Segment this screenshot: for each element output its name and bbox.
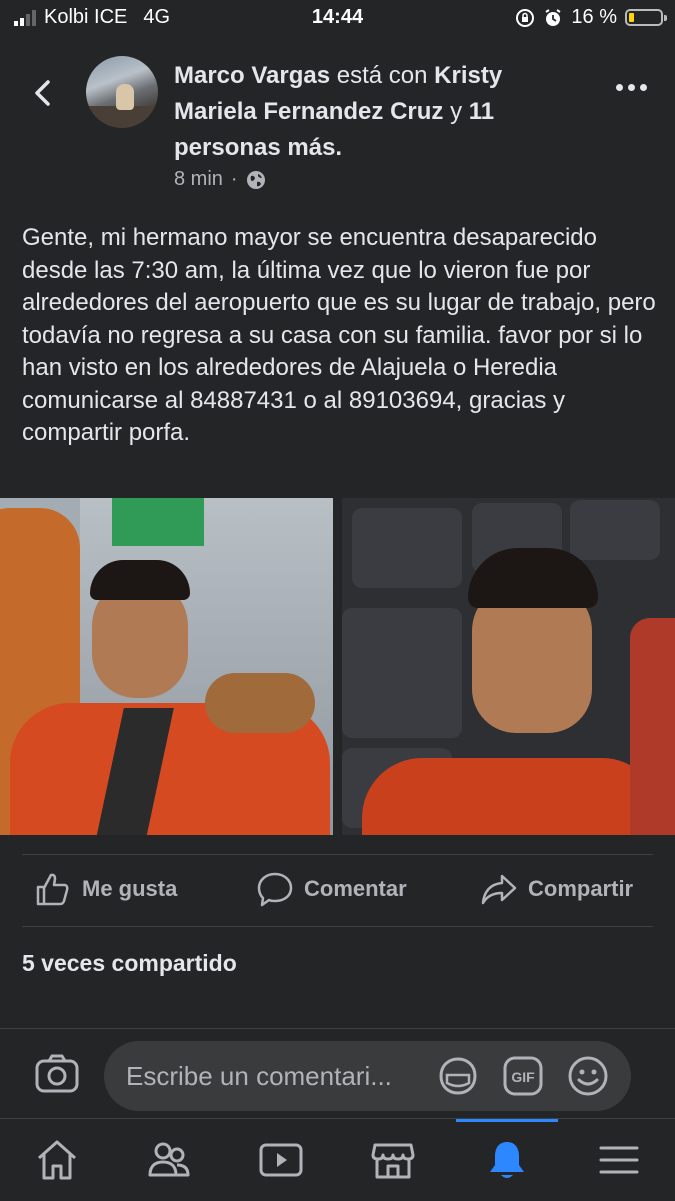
svg-text:GIF: GIF bbox=[511, 1069, 535, 1085]
globe-icon bbox=[246, 170, 265, 189]
more-options-icon[interactable] bbox=[616, 84, 647, 91]
comment-label: Comentar bbox=[304, 876, 407, 901]
conjunction-text: y bbox=[450, 98, 463, 125]
thumbs-up-icon bbox=[36, 873, 69, 906]
share-label: Compartir bbox=[528, 876, 634, 901]
comment-input[interactable]: Escribe un comentari... GIF bbox=[104, 1041, 631, 1111]
menu-icon[interactable] bbox=[596, 1137, 642, 1183]
share-icon bbox=[481, 874, 517, 905]
comment-button[interactable]: Comentar bbox=[256, 870, 407, 908]
divider-top bbox=[22, 854, 653, 855]
meta-separator: · bbox=[230, 168, 238, 190]
battery-level bbox=[629, 13, 634, 22]
post-actions: Me gusta Comentar Compartir bbox=[0, 860, 675, 922]
divider-bottom bbox=[22, 926, 653, 927]
post-text: Gente, mi hermano mayor se encuentra des… bbox=[22, 224, 656, 446]
battery-icon bbox=[625, 9, 667, 26]
comment-bar: Escribe un comentari... GIF bbox=[0, 1028, 675, 1119]
camera-icon[interactable] bbox=[34, 1051, 80, 1097]
home-icon[interactable] bbox=[34, 1137, 80, 1183]
avatar-sticker-icon[interactable] bbox=[437, 1055, 479, 1097]
post-time[interactable]: 8 min bbox=[174, 168, 223, 191]
share-count[interactable]: 5 veces compartido bbox=[22, 950, 237, 977]
comment-icon bbox=[257, 872, 293, 907]
notifications-icon[interactable] bbox=[484, 1137, 530, 1183]
gif-icon[interactable]: GIF bbox=[502, 1055, 544, 1097]
post-photo-1[interactable] bbox=[0, 498, 333, 835]
post-title: Marco Vargas está con Kristy Mariela Fer… bbox=[174, 58, 574, 166]
active-tab-indicator bbox=[456, 1119, 558, 1122]
alarm-icon bbox=[545, 8, 561, 26]
back-arrow-icon[interactable] bbox=[28, 78, 58, 108]
post-meta: 8 min · bbox=[174, 168, 266, 191]
rotation-lock-icon bbox=[516, 8, 535, 27]
author-name[interactable]: Marco Vargas bbox=[174, 62, 330, 89]
share-button[interactable]: Compartir bbox=[480, 870, 633, 908]
like-button[interactable]: Me gusta bbox=[34, 870, 177, 908]
battery-percent: 16 % bbox=[571, 6, 617, 28]
friends-icon[interactable] bbox=[146, 1137, 192, 1183]
post-header: Marco Vargas está con Kristy Mariela Fer… bbox=[0, 50, 675, 200]
bottom-nav bbox=[0, 1118, 675, 1201]
author-avatar[interactable] bbox=[86, 56, 158, 128]
watch-icon[interactable] bbox=[258, 1137, 304, 1183]
marketplace-icon[interactable] bbox=[370, 1137, 416, 1183]
with-text: está con bbox=[336, 62, 428, 89]
like-label: Me gusta bbox=[82, 876, 178, 901]
status-right: 16 % bbox=[515, 6, 667, 29]
status-bar: Kolbi ICE 4G 14:44 16 % bbox=[0, 0, 675, 40]
emoji-icon[interactable] bbox=[567, 1055, 609, 1097]
post-photo-2[interactable] bbox=[342, 498, 675, 835]
comment-placeholder: Escribe un comentari... bbox=[126, 1061, 392, 1091]
